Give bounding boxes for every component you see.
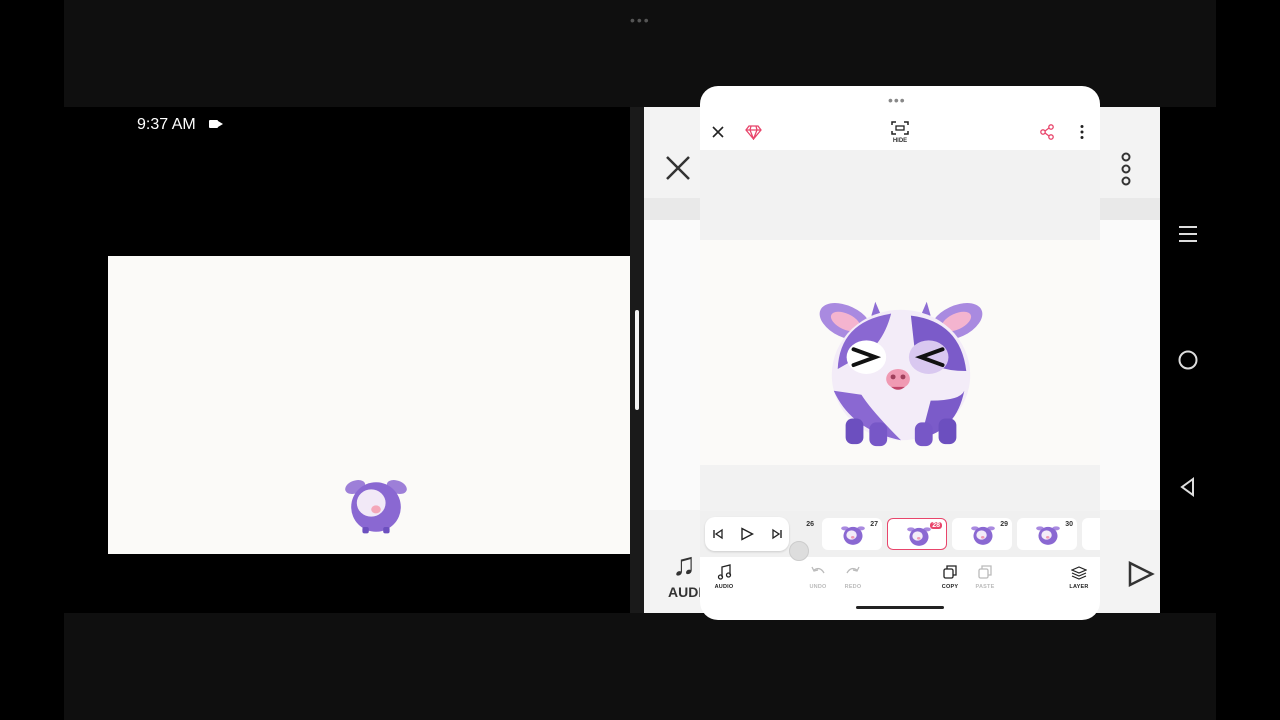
paste-button[interactable]: PASTE <box>970 562 1000 592</box>
frame-number: 29 <box>1000 521 1008 528</box>
frame-number: 28 <box>930 522 942 529</box>
home-icon[interactable] <box>1177 349 1199 371</box>
window-drag-handle[interactable]: ••• <box>888 92 906 108</box>
canvas-bottom-margin <box>700 465 1100 511</box>
bottom-frame-bar <box>64 613 1216 720</box>
frame-cow-image <box>907 527 931 546</box>
frame-cow-image <box>971 526 995 545</box>
skip-to-start-icon[interactable] <box>712 528 724 540</box>
video-record-icon <box>209 120 223 128</box>
canvas-top-margin <box>700 150 1100 240</box>
music-note-icon[interactable]: ♫ <box>672 548 696 580</box>
copy-button[interactable]: COPY <box>935 562 965 592</box>
redo-icon <box>846 566 860 574</box>
undo-button[interactable]: UNDO <box>803 562 833 592</box>
back-icon[interactable] <box>1177 476 1199 498</box>
paste-label: PASTE <box>975 584 995 590</box>
cow-character <box>819 301 983 447</box>
hide-label: HIDE <box>892 138 908 144</box>
skip-to-end-icon[interactable] <box>771 528 783 540</box>
cow-character-small <box>345 480 407 534</box>
copy-icon <box>943 565 957 579</box>
copy-label: COPY <box>941 584 959 590</box>
hide-icon[interactable] <box>890 120 910 136</box>
status-time: 9:37 AM <box>137 116 196 133</box>
layer-button[interactable]: LAYER <box>1064 562 1094 592</box>
paste-icon <box>978 565 992 579</box>
more-vertical-icon[interactable] <box>1118 152 1134 186</box>
undo-label: UNDO <box>809 584 827 590</box>
frame-thumbnail[interactable] <box>1082 518 1100 550</box>
close-icon[interactable] <box>662 152 694 184</box>
redo-button[interactable]: REDO <box>838 562 868 592</box>
frame-number: 27 <box>870 521 878 528</box>
background-audio-label: AUDI <box>668 584 703 600</box>
undo-icon <box>811 566 825 574</box>
audio-button[interactable]: AUDIO <box>709 562 739 592</box>
close-icon[interactable] <box>710 124 726 140</box>
top-handle-dots[interactable]: ••• <box>630 12 651 28</box>
more-vertical-icon[interactable] <box>1078 124 1086 140</box>
audio-label: AUDIO <box>714 584 734 590</box>
frame-thumbnail-selected[interactable]: 28 <box>887 518 947 550</box>
layer-label: LAYER <box>1069 584 1089 590</box>
frame-cow-image <box>1036 526 1060 545</box>
play-icon[interactable] <box>740 527 754 541</box>
split-divider-handle[interactable] <box>635 310 639 410</box>
music-note-icon <box>717 564 732 580</box>
frame-cow-image <box>841 526 865 545</box>
frame-number: 30 <box>1065 521 1073 528</box>
share-icon[interactable] <box>1039 124 1055 140</box>
frame-thumbnail[interactable]: 27 <box>822 518 882 550</box>
recent-apps-icon[interactable] <box>1176 222 1200 246</box>
timeline-scrubber-handle[interactable] <box>789 541 809 561</box>
home-indicator[interactable] <box>856 606 944 609</box>
frame-thumbnail[interactable]: 30 <box>1017 518 1077 550</box>
premium-gem-icon[interactable] <box>745 124 762 140</box>
frame-number: 26 <box>806 521 814 528</box>
play-icon[interactable] <box>1126 560 1156 588</box>
redo-label: REDO <box>844 584 862 590</box>
frame-thumbnail[interactable]: 29 <box>952 518 1012 550</box>
layers-icon <box>1071 566 1087 580</box>
